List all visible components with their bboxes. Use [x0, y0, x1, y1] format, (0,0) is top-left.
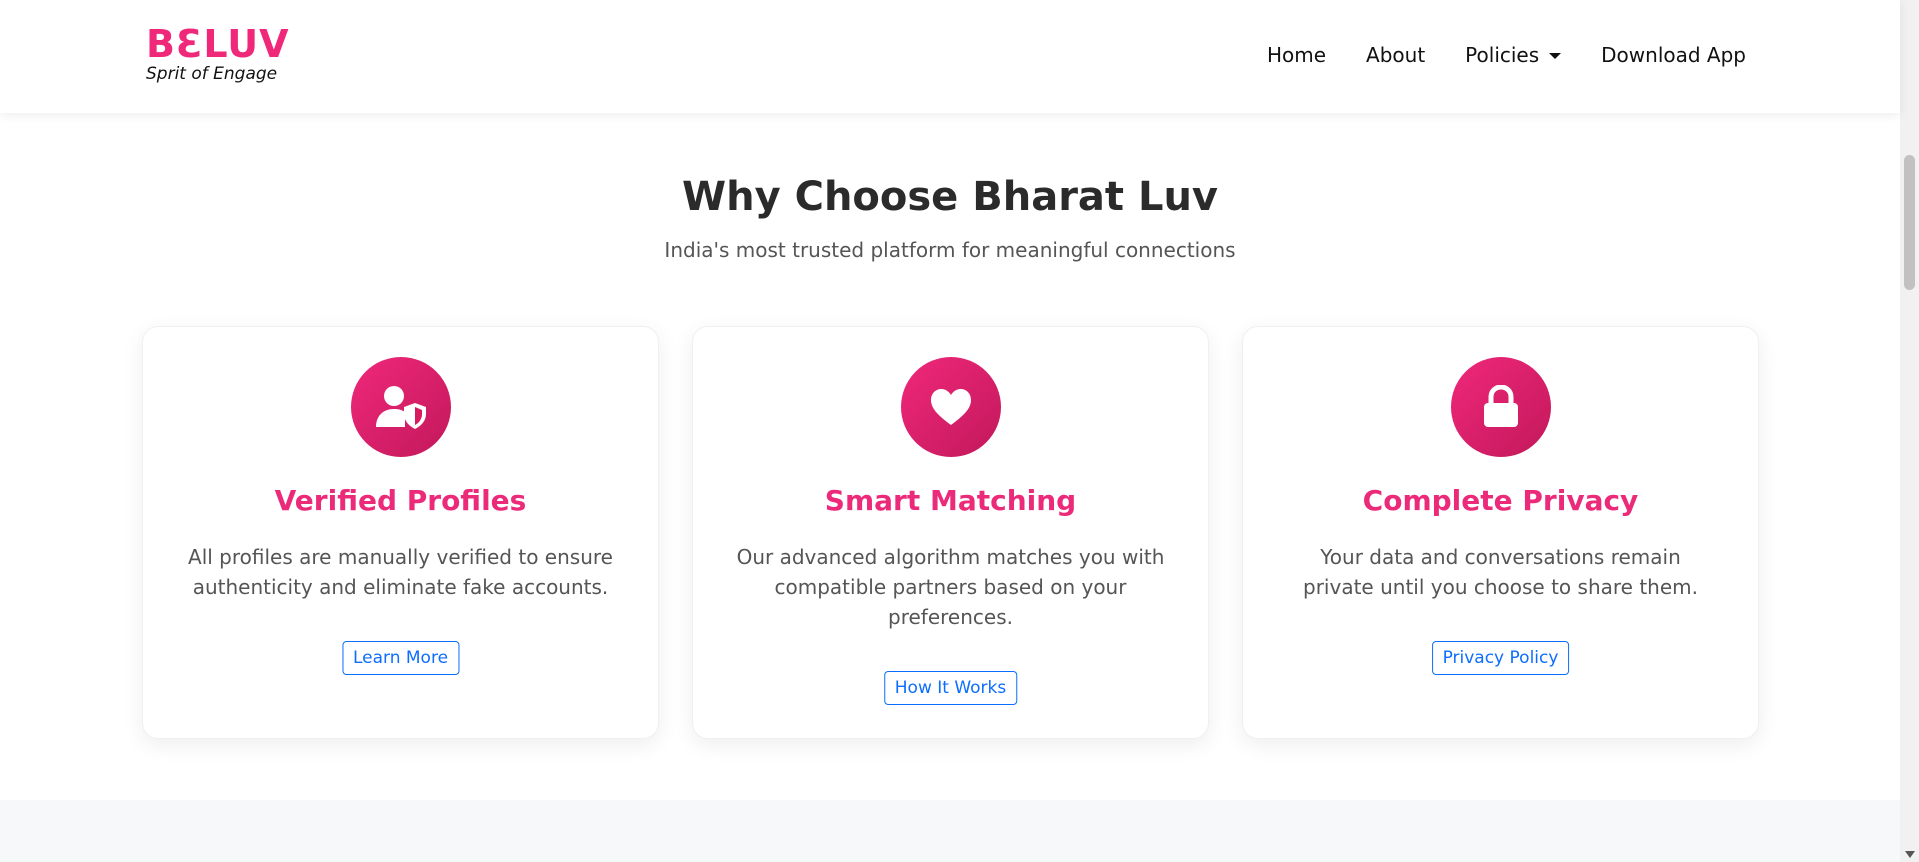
nav-links: Home About Policies Download App: [1267, 0, 1746, 110]
section-subtitle: India's most trusted platform for meanin…: [664, 238, 1236, 262]
brand-logo[interactable]: BƐLUV Sprit of Engage: [146, 24, 290, 84]
nav-download-app-link[interactable]: Download App: [1601, 43, 1746, 67]
feature-card-smart-matching: Smart Matching Our advanced algorithm ma…: [692, 326, 1209, 739]
section-title: Why Choose Bharat Luv: [681, 174, 1218, 220]
page-scrollbar[interactable]: [1900, 0, 1919, 862]
user-shield-icon: [350, 357, 451, 457]
card-title: Complete Privacy: [1362, 484, 1639, 517]
nav-home-link[interactable]: Home: [1267, 43, 1326, 67]
brand-name: BƐLUV: [146, 22, 290, 66]
brand-tagline: Sprit of Engage: [146, 64, 278, 84]
navbar: BƐLUV Sprit of Engage Home About Policie…: [0, 0, 1900, 113]
lock-icon: [1450, 357, 1551, 457]
nav-policies-dropdown[interactable]: Policies: [1465, 43, 1562, 67]
next-section: [0, 800, 1900, 862]
card-title: Verified Profiles: [274, 484, 527, 517]
scroll-down-arrow-icon[interactable]: [1905, 851, 1915, 858]
privacy-policy-button[interactable]: Privacy Policy: [1431, 641, 1570, 675]
heart-icon: [900, 357, 1001, 457]
feature-card-complete-privacy: Complete Privacy Your data and conversat…: [1242, 326, 1759, 739]
page: BƐLUV Sprit of Engage Home About Policie…: [0, 0, 1919, 862]
feature-cards: Verified Profiles All profiles are manua…: [142, 326, 1761, 739]
feature-card-verified-profiles: Verified Profiles All profiles are manua…: [142, 326, 659, 739]
card-description: Our advanced algorithm matches you with …: [736, 545, 1165, 629]
nav-about-link[interactable]: About: [1366, 43, 1425, 67]
scrollbar-thumb[interactable]: [1904, 155, 1915, 290]
nav-policies-label: Policies: [1465, 43, 1540, 67]
card-title: Smart Matching: [824, 484, 1077, 517]
how-it-works-button[interactable]: How It Works: [883, 671, 1018, 705]
learn-more-button[interactable]: Learn More: [341, 641, 460, 675]
card-description: All profiles are manually verified to en…: [188, 545, 613, 599]
caret-down-icon: [1549, 53, 1562, 59]
card-description: Your data and conversations remain priva…: [1303, 545, 1698, 599]
